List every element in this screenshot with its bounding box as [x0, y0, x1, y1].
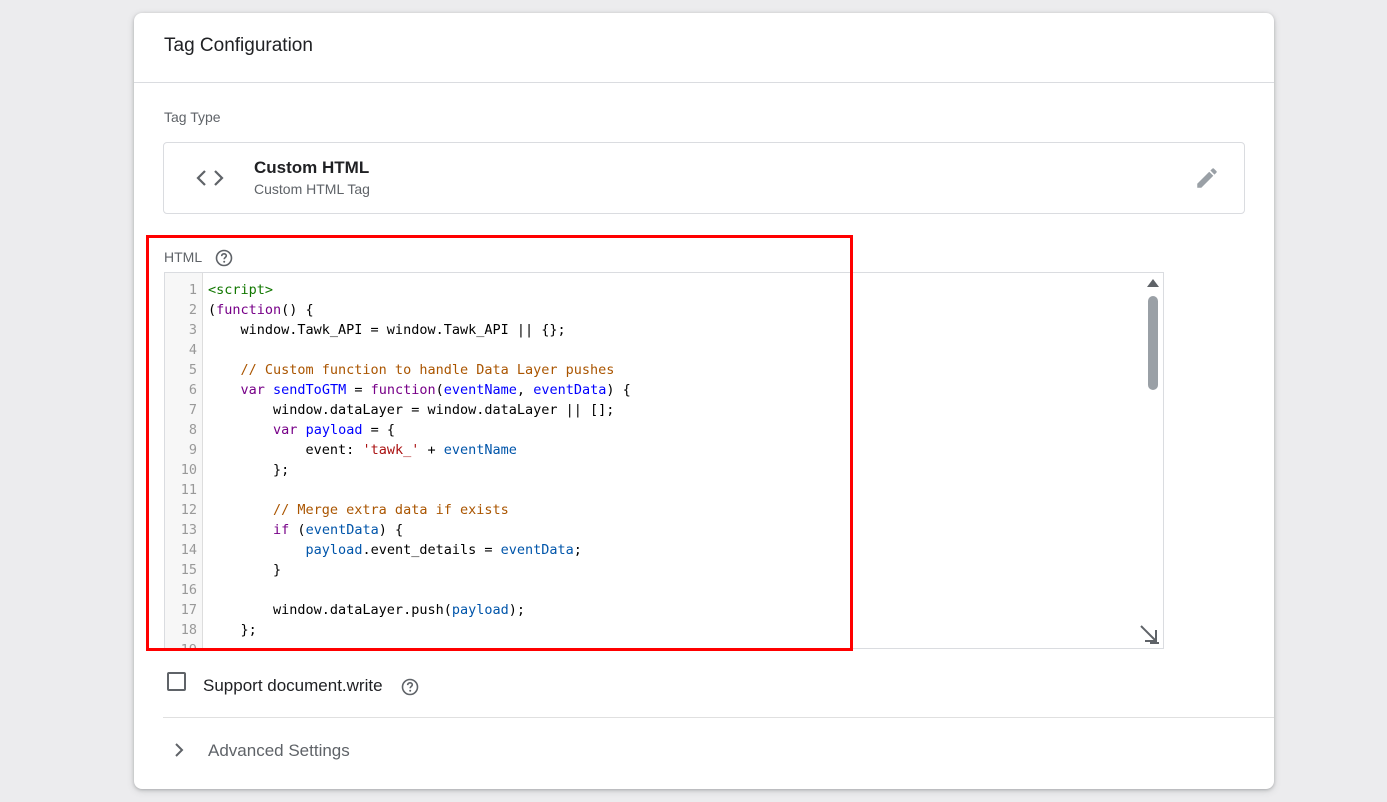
chevron-right-icon: [171, 742, 187, 758]
line-number: 12: [180, 502, 197, 518]
code-text: // Merge extra data if exists: [208, 502, 509, 518]
help-circle-icon[interactable]: [215, 249, 233, 267]
line-number: 3: [188, 322, 197, 338]
code-line: 5 // Custom function to handle Data Laye…: [165, 360, 1163, 380]
code-text: var sendToGTM = function(eventName, even…: [240, 382, 631, 398]
html-code-editor[interactable]: 1 <script> 2 (function() { 3 window.Tawk_API…: [164, 272, 1164, 649]
code-line: 9 event: 'tawk_' + eventName: [165, 440, 1163, 460]
code-line: 13 if (eventData) {: [165, 520, 1163, 540]
line-number: 6: [188, 382, 197, 398]
code-text: // Custom function to handle Data Layer …: [208, 362, 615, 378]
code-text: var payload = {: [273, 422, 395, 438]
card-title: Tag Configuration: [164, 35, 313, 56]
code-line: 17 window.dataLayer.push(payload);: [165, 600, 1163, 620]
code-text: window.dataLayer = window.dataLayer || […: [208, 402, 615, 418]
code-lines: 1 <script> 2 (function() { 3 window.Tawk_API…: [165, 280, 1163, 648]
line-number: 18: [180, 622, 197, 638]
line-number: 13: [180, 522, 197, 538]
code-line: 2 (function() {: [165, 300, 1163, 320]
scrollbar-thumb[interactable]: [1148, 296, 1158, 390]
line-number: 4: [188, 342, 197, 358]
code-line: 11: [165, 480, 1163, 500]
line-number: 7: [188, 402, 197, 418]
code-line: 14 payload.event_details = eventData;: [165, 540, 1163, 560]
resize-handle-icon[interactable]: [1137, 622, 1161, 646]
tag-type-selector[interactable]: Custom HTML Custom HTML Tag: [163, 142, 1245, 214]
scroll-up-arrow-icon[interactable]: [1147, 279, 1159, 287]
line-number: 16: [180, 582, 197, 598]
advanced-settings-toggle[interactable]: Advanced Settings: [163, 733, 463, 773]
code-line: 10 };: [165, 460, 1163, 480]
code-text: window.Tawk_API = window.Tawk_API || {};: [208, 322, 566, 338]
code-text: event: 'tawk_' + eventName: [208, 442, 517, 458]
advanced-settings-label: Advanced Settings: [208, 741, 350, 760]
line-number: 9: [188, 442, 197, 458]
divider: [163, 717, 1274, 718]
code-text: <script>: [208, 282, 274, 298]
line-number: 1: [188, 282, 197, 298]
line-number: 15: [180, 562, 197, 578]
code-text: };: [208, 462, 290, 478]
code-text: window.dataLayer.push(payload);: [208, 602, 526, 618]
code-line: 18 };: [165, 620, 1163, 640]
card-header: Tag Configuration: [134, 13, 1274, 83]
code-text: }: [208, 562, 282, 578]
code-line: 1 <script>: [165, 280, 1163, 300]
line-number: 17: [180, 602, 197, 618]
line-number: 10: [180, 462, 197, 478]
line-number: 19: [165, 640, 197, 648]
tag-type-name: Custom HTML: [254, 158, 370, 177]
line-number: 2: [188, 302, 197, 318]
support-document-write-label: Support document.write: [203, 676, 383, 695]
code-line: 6 var sendToGTM = function(eventName, ev…: [165, 380, 1163, 400]
code-line: 8 var payload = {: [165, 420, 1163, 440]
pencil-icon[interactable]: [1194, 165, 1220, 191]
tag-configuration-card: Tag Configuration Tag Type Custom HTML C…: [134, 13, 1274, 789]
tag-type-subtitle: Custom HTML Tag: [254, 181, 370, 197]
support-document-write-checkbox[interactable]: [167, 672, 186, 691]
code-line: 15 }: [165, 560, 1163, 580]
code-line: 16: [165, 580, 1163, 600]
code-line: 4: [165, 340, 1163, 360]
code-text: if (eventData) {: [273, 522, 404, 538]
line-number: 5: [188, 362, 197, 378]
tag-type-label: Tag Type: [164, 109, 221, 125]
help-circle-icon[interactable]: [401, 678, 419, 696]
code-line: 7 window.dataLayer = window.dataLayer ||…: [165, 400, 1163, 420]
code-line: 19: [165, 640, 1163, 648]
line-number: 11: [180, 482, 197, 498]
code-line: 12 // Merge extra data if exists: [165, 500, 1163, 520]
html-section-label: HTML: [164, 249, 203, 265]
line-number: 8: [188, 422, 197, 438]
code-text: };: [208, 622, 257, 638]
code-line: 3 window.Tawk_API = window.Tawk_API || {…: [165, 320, 1163, 340]
code-text: (function() {: [208, 302, 314, 318]
code-text: payload.event_details = eventData;: [305, 542, 582, 558]
line-number: 14: [180, 542, 197, 558]
code-brackets-icon: [195, 165, 225, 191]
